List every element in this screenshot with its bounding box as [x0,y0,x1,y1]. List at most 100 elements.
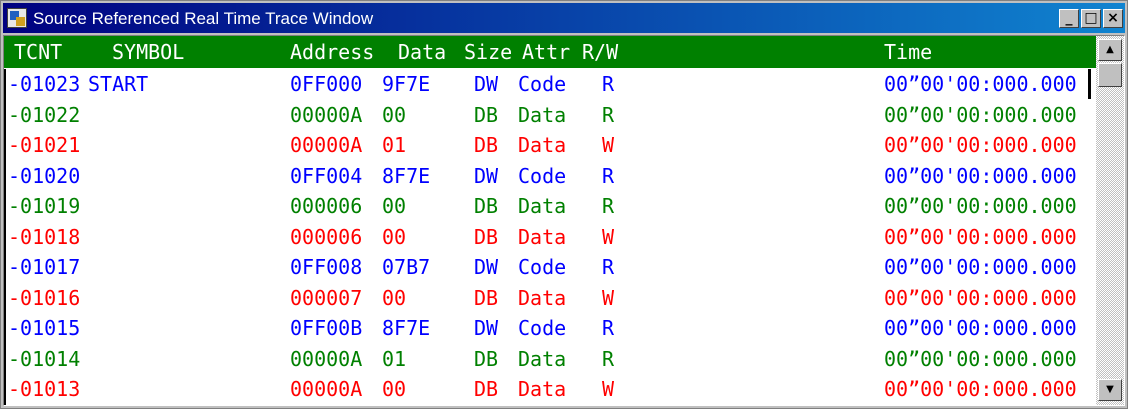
column-header: TCNT SYMBOL Address Data Size Attr R/W T… [4,36,1096,68]
cell-address: 000006 [290,224,363,249]
cell-rw: R [602,194,615,218]
cell-attr: Code [518,255,567,279]
cell-rw: W [602,224,615,249]
header-size[interactable]: Size [464,40,512,64]
cell-tcnt: -01023 [8,72,81,96]
cell-time: 00”00'00:000.000 [884,102,1077,127]
cell-rw: R [602,72,615,96]
cell-size: DW [474,316,499,340]
cell-rw: W [602,285,615,310]
cell-data: 8F7E [382,316,431,340]
cell-size: DB [474,102,499,127]
scroll-up-button[interactable]: ▲ [1098,39,1122,61]
table-row[interactable]: -01016 000007 00 DB Data W 00”00'00:000.000 [4,283,1096,313]
header-data[interactable]: Data [398,40,446,64]
table-row[interactable]: -01015 0FF00B 8F7E DW Code R 00”00'00:000.000 [4,313,1096,343]
scroll-down-button[interactable]: ▼ [1098,379,1122,401]
cell-size: DB [474,377,499,401]
minimize-button[interactable]: _ [1059,9,1079,28]
cell-time: 00”00'00:000.000 [884,255,1077,279]
cell-data: 00 [382,102,407,127]
cell-data: 01 [382,133,407,157]
table-row[interactable]: -01017 0FF008 07B7 DW Code R 00”00'00:000.000 [4,252,1096,282]
cell-size: DW [474,72,499,96]
cell-size: DB [474,285,499,310]
header-address[interactable]: Address [290,40,374,64]
title-bar[interactable]: Source Referenced Real Time Trace Window… [3,3,1125,33]
header-rw[interactable]: R/W [582,40,618,64]
cell-time: 00”00'00:000.000 [884,224,1077,249]
trace-list[interactable]: TCNT SYMBOL Address Data Size Attr R/W T… [3,35,1125,406]
trace-window: Source Referenced Real Time Trace Window… [0,0,1128,409]
cell-address: 0FF00B [290,316,363,340]
cell-data: 00 [382,377,407,401]
cell-rw: R [602,255,615,279]
close-button[interactable]: × [1103,9,1123,28]
table-row[interactable]: -01018 000006 00 DB Data W 00”00'00:000.000 [4,222,1096,252]
cell-address: 0FF008 [290,255,363,279]
cell-time: 00”00'00:000.000 [884,163,1077,188]
cell-attr: Data [518,346,567,371]
cell-size: DB [474,194,499,218]
cell-tcnt: -01022 [8,102,81,127]
table-row[interactable]: -01019 000006 00 DB Data R 00”00'00:000.000 [4,191,1096,221]
cell-tcnt: -01016 [8,285,81,310]
cell-tcnt: -01018 [8,224,81,249]
cell-time: 00”00'00:000.000 [884,133,1077,157]
cell-time: 00”00'00:000.000 [884,377,1077,401]
cell-data: 00 [382,224,407,249]
cell-data: 00 [382,285,407,310]
cell-tcnt: -01021 [8,133,81,157]
cell-rw: R [602,163,615,188]
table-row[interactable]: -01020 0FF004 8F7E DW Code R 00”00'00:000.000 [4,161,1096,191]
cell-tcnt: -01019 [8,194,81,218]
cell-address: 000007 [290,285,363,310]
cell-attr: Data [518,102,567,127]
vertical-scrollbar[interactable]: ▲ ▼ [1096,36,1124,405]
cell-tcnt: -01015 [8,316,81,340]
table-row[interactable]: -01022 00000A 00 DB Data R 00”00'00:000.000 [4,100,1096,130]
cell-data: 8F7E [382,163,431,188]
cell-size: DB [474,224,499,249]
cell-size: DW [474,163,499,188]
cell-tcnt: -01017 [8,255,81,279]
table-row[interactable]: -01014 00000A 01 DB Data R 00”00'00:000.000 [4,344,1096,374]
cell-address: 00000A [290,133,363,157]
cell-time: 00”00'00:000.000 [884,285,1077,310]
scroll-thumb[interactable] [1098,63,1122,87]
cell-attr: Data [518,194,567,218]
header-attr[interactable]: Attr [522,40,570,64]
cell-attr: Data [518,224,567,249]
cell-tcnt: -01014 [8,346,81,371]
cell-size: DB [474,133,499,157]
cell-size: DB [474,346,499,371]
cell-attr: Code [518,316,567,340]
app-icon[interactable] [7,8,27,28]
header-symbol[interactable]: SYMBOL [112,40,184,64]
cell-tcnt: -01020 [8,163,81,188]
cell-address: 00000A [290,377,363,401]
cell-attr: Data [518,377,567,401]
header-time[interactable]: Time [884,40,932,64]
cell-time: 00”00'00:000.000 [884,194,1077,218]
window-title: Source Referenced Real Time Trace Window [33,9,374,28]
table-row[interactable]: -01023 START 0FF000 9F7E DW Code R 00”00'00:000… [4,69,1096,99]
maximize-button[interactable]: □ [1081,9,1101,28]
cell-data: 9F7E [382,72,431,96]
cell-time: 00”00'00:000.000 [884,346,1077,371]
cell-time: 00”00'00:000.000 [884,72,1077,96]
cell-tcnt: -01013 [8,377,81,401]
cell-data: 00 [382,194,407,218]
cell-rw: W [602,133,615,157]
cell-attr: Data [518,285,567,310]
cell-symbol: START [88,72,149,96]
row-marker [4,69,6,405]
cell-data: 01 [382,346,407,371]
table-row[interactable]: -01021 00000A 01 DB Data W 00”00'00:000.000 [4,130,1096,160]
cell-rw: R [602,102,615,127]
cell-data: 07B7 [382,255,431,279]
trace-cursor [1088,69,1091,99]
header-tcnt[interactable]: TCNT [14,40,62,64]
cell-address: 0FF004 [290,163,363,188]
table-row[interactable]: -01013 00000A 00 DB Data W 00”00'00:000.000 [4,374,1096,404]
